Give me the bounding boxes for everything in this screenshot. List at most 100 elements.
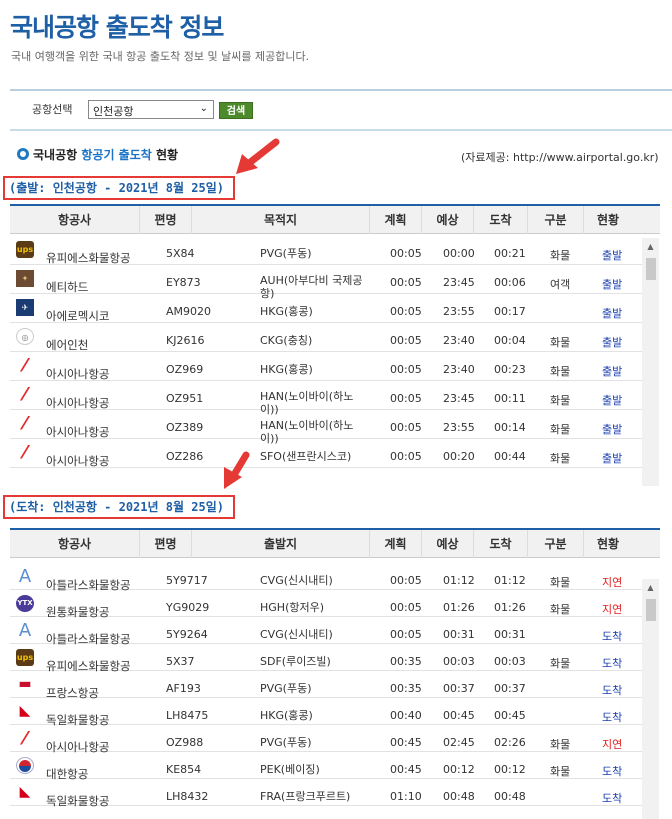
flight-number: OZ969	[166, 363, 204, 376]
scroll-thumb[interactable]	[646, 258, 656, 280]
planned-time: 00:05	[390, 276, 422, 289]
place-name: CKG(충칭)	[260, 334, 313, 347]
flight-type: 화물	[550, 365, 571, 378]
table-row: ⁄ 아시아나항공 OZ286 SFO(샌프란시스코) 00:05 00:20 00:44 화물…	[10, 439, 655, 468]
planned-time: 00:35	[390, 655, 422, 668]
flight-number: LH8432	[166, 790, 209, 803]
flight-number: OZ988	[166, 736, 204, 749]
planned-time: 00:05	[390, 363, 422, 376]
departure-table-body: ups 유피에스화물항공 5X84 PVG(푸동) 00:05 00:00 00:21 화물 출…	[10, 236, 672, 486]
departure-scrollbar[interactable]: ▲	[642, 238, 659, 486]
flight-number: OZ389	[166, 421, 204, 434]
airline-name: 유피에스화물항공	[46, 251, 131, 265]
flight-type: 화물	[550, 576, 571, 589]
place-name: CVG(신시내티)	[260, 574, 333, 587]
scroll-thumb[interactable]	[646, 599, 656, 621]
flight-status: 출발	[602, 394, 623, 407]
airline-name: 에어인천	[46, 338, 89, 352]
column-header: 편명	[140, 530, 192, 558]
actual-time: 00:21	[494, 247, 526, 260]
asiana-logo-icon: ⁄	[23, 415, 27, 432]
estimated-time: 00:12	[443, 763, 475, 776]
koreanair-logo-icon	[16, 757, 34, 774]
flight-status: 도착	[602, 711, 623, 724]
estimated-time: 01:26	[443, 601, 475, 614]
actual-time: 01:12	[494, 574, 526, 587]
airport-select[interactable]: 인천공항 ⌄	[88, 100, 214, 119]
flight-status: 지연	[602, 738, 623, 751]
estimated-time: 00:31	[443, 628, 475, 641]
column-header: 현황	[596, 213, 620, 227]
flight-number: OZ951	[166, 392, 204, 405]
flight-type: 화물	[550, 423, 571, 436]
place-name: PVG(푸동)	[260, 736, 312, 749]
atlas-logo-icon: A	[18, 622, 32, 639]
flight-status: 도착	[602, 630, 623, 643]
estimated-time: 00:48	[443, 790, 475, 803]
flight-type: 화물	[550, 738, 571, 751]
estimated-time: 23:45	[443, 392, 475, 405]
estimated-time: 01:12	[443, 574, 475, 587]
column-header: 구분	[528, 206, 584, 234]
search-button[interactable]: 검색	[219, 102, 253, 119]
section-title-suffix: 현황	[155, 148, 179, 162]
column-header: 예상	[422, 530, 474, 558]
planned-time: 00:05	[390, 450, 422, 463]
scroll-up-icon[interactable]: ▲	[642, 579, 659, 596]
arrival-scrollbar[interactable]: ▲	[642, 579, 659, 819]
column-header: 항공사	[10, 206, 140, 234]
asiana-logo-icon: ⁄	[23, 444, 27, 461]
column-header: 계획	[370, 530, 422, 558]
planned-time: 00:05	[390, 574, 422, 587]
scroll-up-icon[interactable]: ▲	[642, 238, 659, 255]
estimated-time: 00:03	[443, 655, 475, 668]
table-row: ◣ 독일화물항공 LH8475 HKG(홍콩) 00:40 00:45 00:45 도착	[10, 698, 655, 727]
actual-time: 00:12	[494, 763, 526, 776]
estimated-time: 00:45	[443, 709, 475, 722]
chevron-down-icon: ⌄	[199, 103, 208, 114]
arrow-icon	[224, 451, 250, 489]
airline-name: 독일화물항공	[46, 794, 110, 808]
flight-type: 여객	[550, 278, 571, 291]
section-title-highlight: 항공기 출도착	[81, 148, 152, 162]
flight-status: 출발	[602, 307, 623, 320]
flight-number: 5Y9717	[166, 574, 208, 587]
planned-time: 00:05	[390, 305, 422, 318]
column-header: 예상	[422, 206, 474, 234]
planned-time: 01:10	[390, 790, 422, 803]
actual-time: 00:45	[494, 709, 526, 722]
actual-time: 00:04	[494, 334, 526, 347]
column-header: 구분	[528, 530, 584, 558]
place-name: HGH(항저우)	[260, 601, 325, 614]
flight-number: AM9020	[166, 305, 212, 318]
table-row: YTX 원통화물항공 YG9029 HGH(항저우) 00:05 01:26 01:26 화물…	[10, 590, 655, 619]
column-header: 계획	[370, 206, 422, 234]
arrival-table-header: 항공사 편명 출발지 계획 예상 도착 구분 현황	[10, 528, 660, 558]
estimated-time: 23:55	[443, 421, 475, 434]
actual-time: 00:23	[494, 363, 526, 376]
table-row: ⁄ 아시아나항공 OZ951 HAN(노이바이(하노이)) 00:05 23:45 00:1…	[10, 381, 655, 416]
column-header: 출발지	[192, 530, 370, 558]
ups-logo-icon: ups	[16, 649, 34, 666]
flight-type: 화물	[550, 249, 571, 262]
bullet-icon	[17, 148, 29, 160]
flight-number: YG9029	[166, 601, 210, 614]
place-name: PEK(베이징)	[260, 763, 320, 776]
flight-status: 출발	[602, 336, 623, 349]
section-title: 국내공항 항공기 출도착 현황	[17, 146, 178, 163]
flight-number: 5Y9264	[166, 628, 208, 641]
flight-type: 화물	[550, 657, 571, 670]
table-row: A 아틀라스화물항공 5Y9264 CVG(신시내티) 00:05 00:31 00:31 도…	[10, 617, 655, 646]
flight-type: 화물	[550, 452, 571, 465]
flight-number: OZ286	[166, 450, 204, 463]
data-source-note: (자료제공: http://www.airportal.go.kr)	[461, 151, 659, 164]
arrival-table-body: A 아틀라스화물항공 5Y9717 CVG(신시내티) 00:05 01:12 01:12 화…	[10, 563, 672, 819]
lufthansa-cargo-logo-icon: ◣	[19, 703, 31, 719]
actual-time: 00:06	[494, 276, 526, 289]
flight-status: 출발	[602, 365, 623, 378]
column-header: 항공사	[10, 530, 140, 558]
table-row: ◎ 에어인천 KJ2616 CKG(충칭) 00:05 23:40 00:04 화물 출발	[10, 323, 655, 352]
flight-type: 화물	[550, 765, 571, 778]
flight-number: LH8475	[166, 709, 209, 722]
estimated-time: 23:40	[443, 334, 475, 347]
